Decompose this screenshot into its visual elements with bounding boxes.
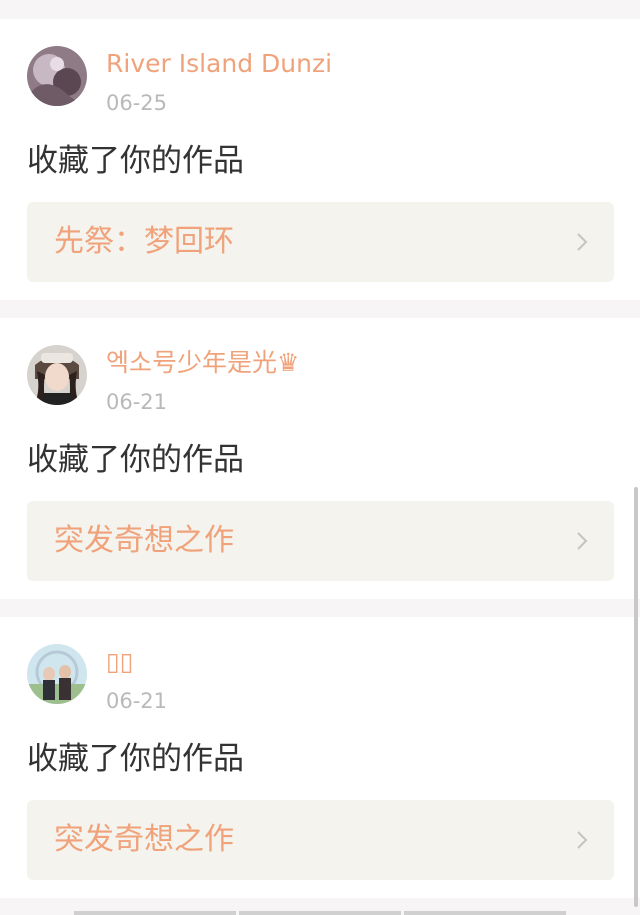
- user-avatar[interactable]: [27, 46, 87, 106]
- notification-card: River Island Dunzi 06-25 收藏了你的作品 先祭：梦回环: [0, 19, 640, 300]
- username-link[interactable]: ▯▯: [106, 647, 134, 677]
- action-text: 收藏了你的作品: [27, 442, 244, 478]
- username-link[interactable]: 엑소号少年是光♛: [106, 348, 299, 378]
- work-title: 突发奇想之作: [54, 523, 234, 558]
- timestamp: 06-21: [106, 390, 168, 414]
- scrollbar[interactable]: [634, 487, 638, 907]
- work-title: 先祭：梦回环: [54, 224, 234, 259]
- work-link-card[interactable]: 突发奇想之作: [27, 501, 614, 581]
- work-link-card[interactable]: 突发奇想之作: [27, 800, 614, 880]
- chevron-right-icon: [577, 831, 588, 849]
- avatar-abstract-purple-icon: [27, 46, 87, 106]
- username-link[interactable]: River Island Dunzi: [106, 49, 332, 79]
- strip-segment: [404, 911, 566, 915]
- bottom-edge-strip: [74, 911, 566, 915]
- notification-card: 엑소号少年是光♛ 06-21 收藏了你的作品 突发奇想之作: [0, 318, 640, 599]
- chevron-right-icon: [577, 532, 588, 550]
- avatar-couple-photo-icon: [27, 644, 87, 704]
- work-link-card[interactable]: 先祭：梦回环: [27, 202, 614, 282]
- action-text: 收藏了你的作品: [27, 143, 244, 179]
- work-title: 突发奇想之作: [54, 822, 234, 857]
- strip-segment: [74, 911, 236, 915]
- strip-segment: [239, 911, 401, 915]
- avatar-girl-photo-icon: [27, 345, 87, 405]
- timestamp: 06-25: [106, 91, 168, 115]
- timestamp: 06-21: [106, 689, 168, 713]
- notification-card: ▯▯ 06-21 收藏了你的作品 突发奇想之作: [0, 617, 640, 898]
- chevron-right-icon: [577, 233, 588, 251]
- user-avatar[interactable]: [27, 644, 87, 704]
- action-text: 收藏了你的作品: [27, 741, 244, 777]
- user-avatar[interactable]: [27, 345, 87, 405]
